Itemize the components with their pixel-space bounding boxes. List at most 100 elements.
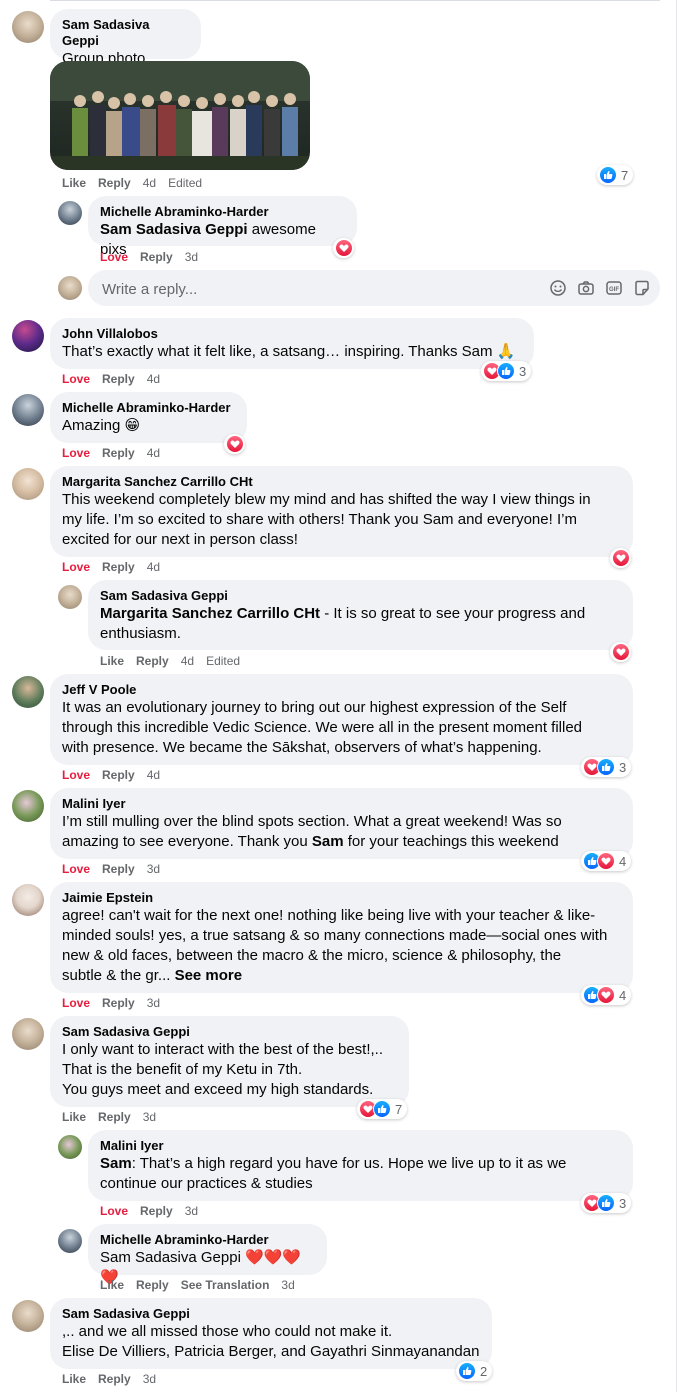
reaction-summary[interactable]	[333, 238, 354, 258]
avatar[interactable]	[12, 394, 44, 426]
love-button[interactable]: Love	[62, 372, 90, 386]
comment-bubble: John Villalobos That’s exactly what it f…	[50, 318, 534, 369]
comment-author[interactable]: Michelle Abraminko-Harder	[62, 400, 235, 416]
mention-link[interactable]: Sam	[100, 1155, 132, 1172]
timestamp[interactable]: 3d	[143, 1110, 156, 1124]
reply-button[interactable]: Reply	[136, 654, 169, 668]
avatar[interactable]	[58, 1135, 82, 1159]
love-button[interactable]: Love	[62, 560, 90, 574]
timestamp[interactable]: 4d	[147, 560, 160, 574]
timestamp[interactable]: 4d	[147, 372, 160, 386]
edited-label[interactable]: Edited	[206, 654, 240, 668]
like-button[interactable]: Like	[100, 1278, 124, 1292]
reply-button[interactable]: Reply	[98, 176, 131, 190]
avatar[interactable]	[12, 468, 44, 500]
avatar[interactable]	[12, 320, 44, 352]
mention-link[interactable]: Sam Sadasiva Geppi	[100, 221, 248, 238]
reaction-summary[interactable]: 3	[581, 1193, 632, 1213]
reply-input[interactable]	[100, 270, 504, 308]
reply-button[interactable]: Reply	[140, 1204, 173, 1218]
avatar[interactable]	[12, 1018, 44, 1050]
love-button[interactable]: Love	[62, 862, 90, 876]
reaction-summary[interactable]: 3	[581, 757, 632, 777]
comment-author[interactable]: Margarita Sanchez Carrillo CHt	[62, 474, 621, 490]
gif-icon[interactable]: GIF	[604, 278, 624, 298]
avatar[interactable]	[12, 790, 44, 822]
love-button[interactable]: Love	[62, 768, 90, 782]
timestamp[interactable]: 3d	[147, 996, 160, 1010]
reply-button[interactable]: Reply	[102, 560, 135, 574]
like-button[interactable]: Like	[62, 176, 86, 190]
love-button[interactable]: Love	[62, 996, 90, 1010]
comment-author[interactable]: Sam Sadasiva Geppi	[62, 1024, 397, 1040]
reply-author[interactable]: Malini Iyer	[100, 1138, 621, 1154]
reaction-summary[interactable]: 7	[357, 1099, 408, 1119]
camera-icon[interactable]	[576, 278, 596, 298]
reaction-summary[interactable]: 7	[597, 165, 634, 185]
timestamp[interactable]: 4d	[181, 654, 194, 668]
reply-text-line: continue our practices & studies	[100, 1175, 313, 1192]
reply-button[interactable]: Reply	[102, 446, 135, 460]
comment-bubble: Sam Sadasiva Geppi Group photo.	[50, 9, 201, 67]
timestamp[interactable]: 4d	[143, 176, 156, 190]
avatar[interactable]	[12, 1300, 44, 1332]
reaction-summary[interactable]	[610, 548, 631, 568]
avatar[interactable]	[12, 676, 44, 708]
mention-link[interactable]: Sam	[312, 833, 344, 850]
edited-label[interactable]: Edited	[168, 176, 202, 190]
reply-button[interactable]: Reply	[102, 768, 135, 782]
timestamp[interactable]: 4d	[147, 446, 160, 460]
reply-button[interactable]: Reply	[102, 862, 135, 876]
reaction-summary[interactable]	[610, 642, 631, 662]
comment-author[interactable]: Jeff V Poole	[62, 682, 621, 698]
comment-author[interactable]: Sam Sadasiva Geppi	[62, 1306, 480, 1322]
reply-author[interactable]: Sam Sadasiva Geppi	[100, 588, 621, 604]
reaction-summary[interactable]: 3	[481, 361, 532, 381]
timestamp[interactable]: 3d	[185, 1204, 198, 1218]
timestamp[interactable]: 4d	[147, 768, 160, 782]
comment-text-line: You guys meet and exceed my high standar…	[62, 1081, 374, 1098]
like-button[interactable]: Like	[62, 1110, 86, 1124]
like-button[interactable]: Like	[100, 654, 124, 668]
avatar[interactable]	[58, 585, 82, 609]
comment-author[interactable]: Jaimie Epstein	[62, 890, 621, 906]
avatar[interactable]	[58, 1229, 82, 1253]
love-button[interactable]: Love	[100, 1204, 128, 1218]
mention-link[interactable]: Margarita Sanchez Carrillo CHt	[100, 605, 320, 622]
love-reaction-icon	[597, 986, 615, 1004]
timestamp[interactable]: 3d	[281, 1278, 294, 1292]
reply-button[interactable]: Reply	[102, 372, 135, 386]
sticker-icon[interactable]	[632, 278, 652, 298]
like-button[interactable]: Like	[62, 1372, 86, 1386]
reaction-summary[interactable]: 2	[456, 1361, 493, 1381]
reply-button[interactable]: Reply	[98, 1110, 131, 1124]
love-button[interactable]: Love	[100, 250, 128, 264]
timestamp[interactable]: 3d	[147, 862, 160, 876]
current-user-avatar	[58, 276, 82, 300]
avatar[interactable]	[12, 11, 44, 43]
comment-text-line: I only want to interact with the best of…	[62, 1041, 384, 1058]
see-more-link[interactable]: See more	[175, 967, 243, 984]
love-button[interactable]: Love	[62, 446, 90, 460]
reply-button[interactable]: Reply	[98, 1372, 131, 1386]
reply-author[interactable]: Michelle Abraminko-Harder	[100, 1232, 315, 1248]
reply-button[interactable]: Reply	[102, 996, 135, 1010]
avatar[interactable]	[12, 884, 44, 916]
reply-button[interactable]: Reply	[140, 250, 173, 264]
avatar[interactable]	[58, 201, 82, 225]
group-photo[interactable]	[50, 61, 310, 170]
reply-author[interactable]: Michelle Abraminko-Harder	[100, 204, 345, 220]
comment-author[interactable]: Sam Sadasiva Geppi	[62, 17, 189, 49]
timestamp[interactable]: 3d	[185, 250, 198, 264]
reaction-summary[interactable]: 4	[581, 851, 632, 871]
emoji-icon[interactable]	[548, 278, 568, 298]
reply-button[interactable]: Reply	[136, 1278, 169, 1292]
comment-bubble: Jeff V Poole It was an evolutionary jour…	[50, 674, 633, 765]
comment-author[interactable]: John Villalobos	[62, 326, 522, 342]
comment-bubble: Jaimie Epstein agree! can't wait for the…	[50, 882, 633, 993]
see-translation-button[interactable]: See Translation	[181, 1278, 270, 1292]
reaction-summary[interactable]	[224, 434, 245, 454]
timestamp[interactable]: 3d	[143, 1372, 156, 1386]
comment-author[interactable]: Malini Iyer	[62, 796, 621, 812]
reaction-summary[interactable]: 4	[581, 985, 632, 1005]
